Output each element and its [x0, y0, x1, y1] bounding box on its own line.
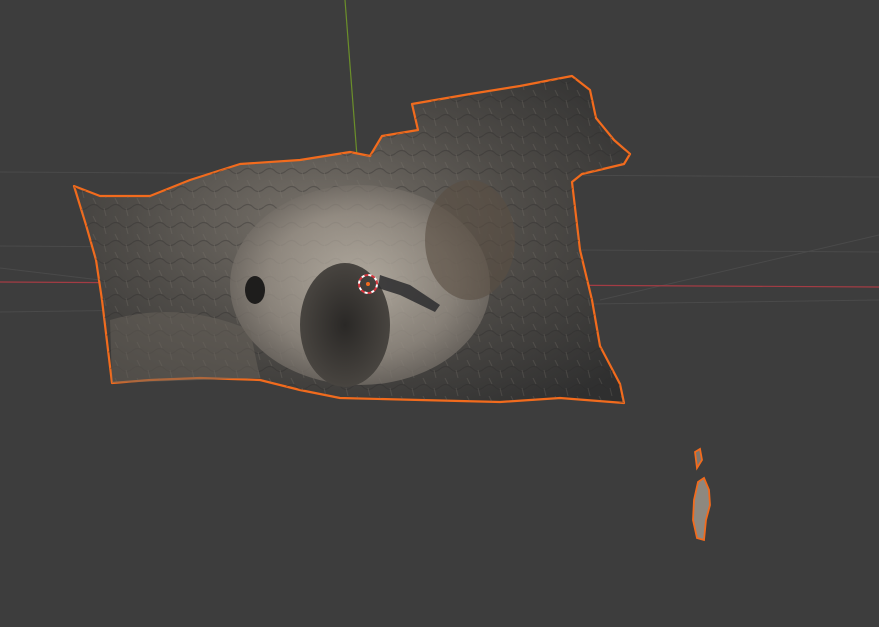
mesh-object-tree-trunk[interactable]: [72, 74, 632, 405]
fragment-lower[interactable]: [692, 476, 711, 542]
fragment-upper[interactable]: [694, 447, 703, 471]
knot-hole: [245, 276, 265, 304]
viewport-canvas[interactable]: [0, 0, 879, 627]
3d-viewport[interactable]: [0, 0, 879, 627]
mesh-object-fragment[interactable]: [692, 447, 711, 542]
